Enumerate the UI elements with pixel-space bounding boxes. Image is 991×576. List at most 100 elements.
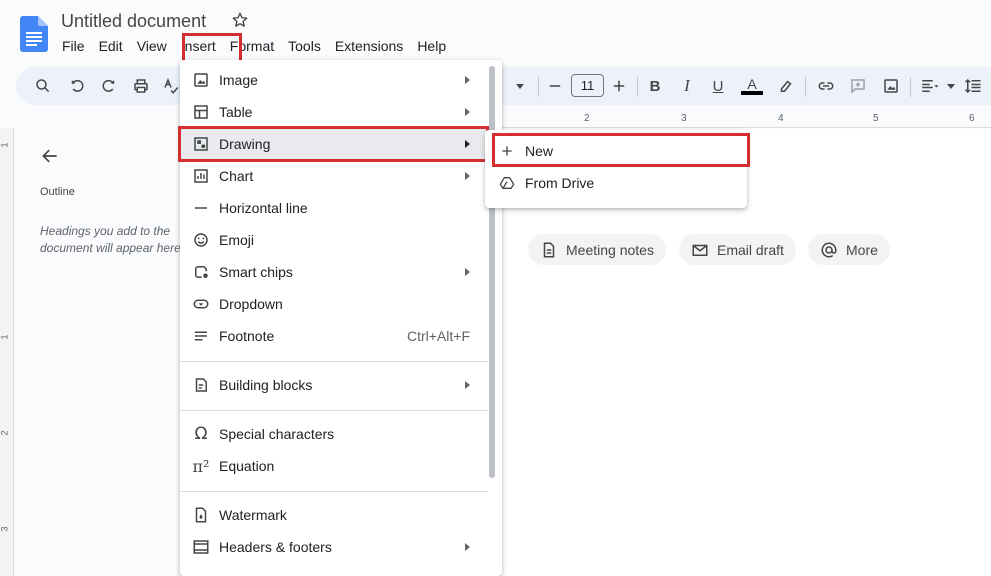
chip-label: Email draft (717, 241, 784, 258)
underline-icon[interactable]: U (707, 76, 729, 96)
menu-item-equation[interactable]: π² Equation (180, 450, 488, 482)
horizontal-line-icon (191, 198, 211, 218)
chip-email-draft[interactable]: Email draft (679, 234, 796, 265)
chip-label: More (846, 241, 878, 258)
menu-item-dropdown[interactable]: Dropdown (180, 288, 488, 320)
dropdown-chip-icon (191, 294, 211, 314)
menu-tools[interactable]: Tools (281, 37, 328, 57)
menu-item-image[interactable]: Image (180, 64, 488, 96)
menu-item-label: Emoji (219, 232, 255, 248)
footnote-icon (191, 326, 211, 346)
smart-chips-icon (191, 262, 211, 282)
menu-item-footnote[interactable]: Footnote Ctrl+Alt+F (180, 320, 488, 352)
image-icon (191, 70, 211, 90)
menu-item-label: Table (219, 104, 253, 120)
toolbar-divider (805, 77, 806, 97)
highlight-icon[interactable] (775, 76, 797, 96)
italic-icon[interactable]: I (676, 76, 698, 96)
menu-item-label: Footnote (219, 328, 275, 344)
menu-edit[interactable]: Edit (92, 37, 130, 57)
menu-item-label: Chart (219, 168, 254, 184)
toolbar-divider (538, 77, 539, 97)
text-color-icon[interactable]: A (741, 76, 763, 96)
outline-title: Outline (40, 186, 75, 198)
plus-icon[interactable] (608, 76, 630, 96)
text-color-swatch (741, 91, 763, 95)
text-color-letter: A (747, 76, 757, 92)
dropdown-icon[interactable] (940, 76, 962, 96)
menu-item-table[interactable]: Table (180, 96, 488, 128)
font-size-input[interactable]: 11 (571, 74, 604, 97)
print-icon[interactable] (130, 76, 152, 96)
spellcheck-icon[interactable] (160, 76, 182, 96)
ruler-tick: 5 (873, 113, 879, 124)
dropdown-icon[interactable] (509, 76, 531, 96)
toolbar-divider (910, 77, 911, 97)
document-icon (543, 242, 555, 257)
search-icon[interactable] (32, 76, 54, 96)
menu-item-horizontal-line[interactable]: Horizontal line (180, 192, 488, 224)
align-icon[interactable] (918, 76, 940, 96)
chip-meeting-notes[interactable]: Meeting notes (528, 234, 666, 265)
minus-icon[interactable] (544, 76, 566, 96)
ruler-tick: 6 (969, 113, 975, 124)
menu-help[interactable]: Help (410, 37, 453, 57)
menu-item-label: Horizontal line (219, 200, 308, 216)
submenu-item-label: From Drive (525, 175, 595, 191)
menu-item-shortcut: Ctrl+Alt+F (406, 328, 470, 344)
ruler-tick: 3 (0, 526, 10, 532)
menu-item-label: Image (219, 72, 258, 88)
omega-icon: Ω (194, 424, 208, 444)
outline-hint-text: Headings you add to the document will ap… (40, 224, 185, 255)
bold-icon[interactable]: B (644, 76, 666, 96)
menu-bar: File Edit View Insert Format Tools Exten… (55, 37, 453, 57)
menu-item-label: Headers & footers (219, 539, 332, 555)
menu-divider (180, 361, 488, 362)
emoji-icon (191, 230, 211, 250)
ruler-tick: 1 (0, 142, 10, 148)
menu-item-chart[interactable]: Chart (180, 160, 488, 192)
menu-extensions[interactable]: Extensions (328, 37, 410, 57)
link-icon[interactable] (815, 76, 837, 96)
menu-item-special-characters[interactable]: Ω Special characters (180, 418, 488, 450)
star-icon[interactable] (231, 11, 249, 29)
chart-icon (191, 166, 211, 186)
submenu-item-from-drive[interactable]: From Drive (487, 167, 745, 199)
toolbar-divider (637, 77, 638, 97)
menu-item-smart-chips[interactable]: Smart chips (180, 256, 488, 288)
menu-item-watermark[interactable]: Watermark (180, 499, 488, 531)
menu-item-label: Special characters (219, 426, 335, 442)
docs-logo-icon[interactable] (20, 16, 48, 52)
submenu-arrow-icon (465, 381, 470, 389)
menu-file[interactable]: File (55, 37, 92, 57)
submenu-arrow-icon (465, 76, 470, 84)
menu-item-emoji[interactable]: Emoji (180, 224, 488, 256)
drive-icon (498, 174, 516, 192)
headers-footers-icon (191, 537, 211, 557)
image-icon[interactable] (880, 76, 902, 96)
back-arrow-icon[interactable] (40, 146, 60, 166)
document-title[interactable]: Untitled document (61, 11, 206, 32)
insert-menu-highlight (182, 33, 242, 63)
menu-item-label: Watermark (219, 507, 287, 523)
menu-item-building-blocks[interactable]: Building blocks (180, 369, 488, 401)
menu-scrollbar[interactable] (489, 66, 495, 478)
chip-more[interactable]: More (808, 234, 890, 265)
submenu-arrow-icon (465, 543, 470, 551)
ruler-tick: 4 (778, 113, 784, 124)
menu-item-label: Equation (219, 458, 275, 474)
line-spacing-icon[interactable] (962, 76, 984, 96)
pi-icon: π² (192, 456, 210, 476)
comment-icon[interactable] (847, 76, 869, 96)
menu-item-headers-footers[interactable]: Headers & footers (180, 531, 488, 563)
ruler-tick: 1 (0, 334, 10, 340)
vertical-ruler: 1 1 2 3 (0, 128, 14, 576)
new-item-highlight (492, 133, 750, 167)
menu-divider (180, 491, 488, 492)
ruler-tick: 2 (584, 113, 590, 124)
menu-divider (180, 410, 488, 411)
undo-icon[interactable] (66, 76, 88, 96)
menu-view[interactable]: View (130, 37, 174, 57)
redo-icon[interactable] (98, 76, 120, 96)
submenu-arrow-icon (465, 108, 470, 116)
